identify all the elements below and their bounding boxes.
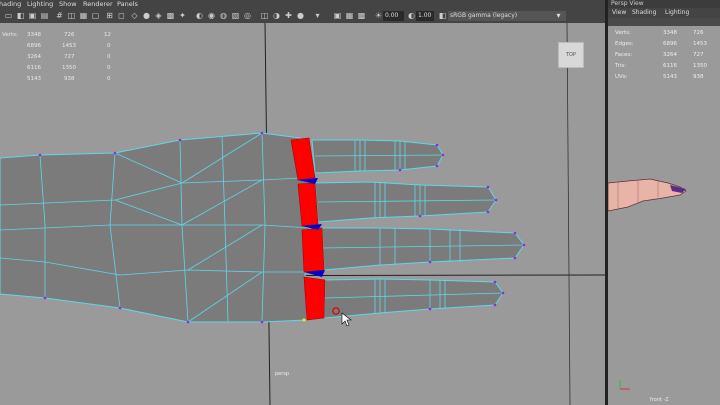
xray-icon[interactable]: ◑ (272, 11, 281, 20)
color-space-select[interactable]: sRGB gamma (legacy) (448, 11, 566, 21)
film-gate-icon[interactable]: ◫ (67, 11, 76, 20)
hud-row-verts: Verts: 3348 726 12 (2, 32, 111, 38)
panel-toolbar (608, 18, 720, 26)
finger-mesh (311, 139, 444, 174)
wireframe-icon[interactable]: ◇ (130, 11, 139, 20)
hud-row-tris: Tris: 6116 1350 0 (2, 65, 111, 71)
camera-name-label: persp (275, 371, 290, 377)
grid-icon[interactable]: # (55, 11, 64, 20)
menu-bar: hading Lighting Show Renderer Panels (0, 0, 605, 9)
persp-hand-preview (608, 178, 687, 212)
image-plane-icon[interactable]: ▤ (40, 11, 49, 20)
color-management-icon[interactable]: ◧ (438, 11, 447, 20)
safe-action-icon[interactable]: ◻ (117, 11, 126, 20)
hud-row-edges: Edges: 6896 1453 0 (2, 43, 111, 49)
hud-row-uvs: UVs: 5143 938 0 (2, 76, 111, 82)
gate-mask-icon[interactable]: ▢ (91, 11, 100, 20)
menu-lighting[interactable]: Lighting (27, 0, 53, 9)
view-cube[interactable]: TOP (558, 42, 584, 68)
persp-view-panel[interactable]: Persp View View Shading Lighting Verts: … (608, 0, 720, 405)
dropdown-arrow-icon[interactable]: ▾ (313, 11, 322, 20)
exposure-field[interactable]: 0.00 (383, 11, 404, 21)
selected-face (301, 227, 325, 273)
selected-face (303, 276, 326, 321)
lock-camera-icon[interactable]: ◧ (16, 11, 25, 20)
hud-row-uvs: UVs: 5143 938 (615, 74, 704, 80)
menu-renderer[interactable]: Renderer (83, 0, 113, 9)
motion-blur-icon[interactable]: ◍ (219, 11, 228, 20)
axis-indicator-icon (619, 380, 630, 390)
perspective-viewport[interactable]: Verts: 3348 726 12 Edges: 6896 1453 0 Fa… (0, 23, 605, 405)
shadows-icon[interactable]: ◐ (195, 11, 204, 20)
xray-active-icon[interactable]: ● (296, 11, 305, 20)
highlight-vertex (302, 318, 306, 322)
smooth-shade-icon[interactable]: ● (142, 11, 151, 20)
wireframe-on-shaded-icon[interactable]: ◈ (154, 11, 163, 20)
ambient-occlusion-icon[interactable]: ◉ (207, 11, 216, 20)
panel-title-text: Persp View (611, 0, 644, 7)
persp-camera-label: front -Z (650, 397, 669, 403)
frame-all-icon[interactable]: ▦ (345, 11, 354, 20)
grid-line (566, 23, 571, 405)
panel-title: Persp View (608, 0, 720, 8)
menu-view[interactable]: View (612, 8, 626, 18)
hud-row-verts: Verts: 3348 726 (615, 30, 704, 36)
hud-row-edges: Edges: 6896 1453 (615, 41, 707, 47)
menu-panels[interactable]: Panels (117, 0, 138, 9)
depth-of-field-icon[interactable]: ◎ (243, 11, 252, 20)
textured-icon[interactable]: ▩ (166, 11, 175, 20)
bookmarks-icon[interactable]: ▣ (28, 11, 37, 20)
finger-mesh (321, 227, 525, 271)
camera-attributes-icon[interactable]: ▣ (333, 11, 342, 20)
menu-lighting[interactable]: Lighting (665, 8, 689, 18)
anti-aliasing-icon[interactable]: ▧ (231, 11, 240, 20)
finger-mesh (323, 278, 504, 319)
resolution-gate-icon[interactable]: ▦ (79, 11, 88, 20)
hud-row-tris: Tris: 6116 1350 (615, 63, 707, 69)
gamma-field[interactable]: 1.00 (416, 11, 434, 21)
select-camera-icon[interactable]: ▭ (4, 11, 13, 20)
menu-shading[interactable]: hading (0, 0, 21, 9)
chevron-down-icon[interactable]: ▾ (554, 11, 563, 20)
isolate-select-icon[interactable]: ◫ (260, 11, 269, 20)
lights-icon[interactable]: ✦ (178, 11, 187, 20)
hud-row-faces: Faces: 3264 727 0 (2, 54, 111, 60)
frame-selection-icon[interactable]: ▩ (357, 11, 366, 20)
gamma-icon[interactable]: ◐ (407, 11, 416, 20)
xray-joints-icon[interactable]: ✚ (284, 11, 293, 20)
panel-menu-bar: View Shading Lighting (608, 8, 720, 18)
exposure-icon[interactable]: ☀ (374, 11, 383, 20)
viewport-toolbar: ▭ ◧ ▣ ▤ # ◫ ▦ ▢ ⊞ ◻ ◇ ● ◈ ▩ ✦ ◐ ◉ ◍ ▧ ◎ … (0, 9, 605, 24)
menu-show[interactable]: Show (59, 0, 77, 9)
menu-shading[interactable]: Shading (632, 8, 656, 18)
hud-row-faces: Faces: 3264 727 (615, 52, 704, 58)
field-chart-icon[interactable]: ⊞ (105, 11, 114, 20)
